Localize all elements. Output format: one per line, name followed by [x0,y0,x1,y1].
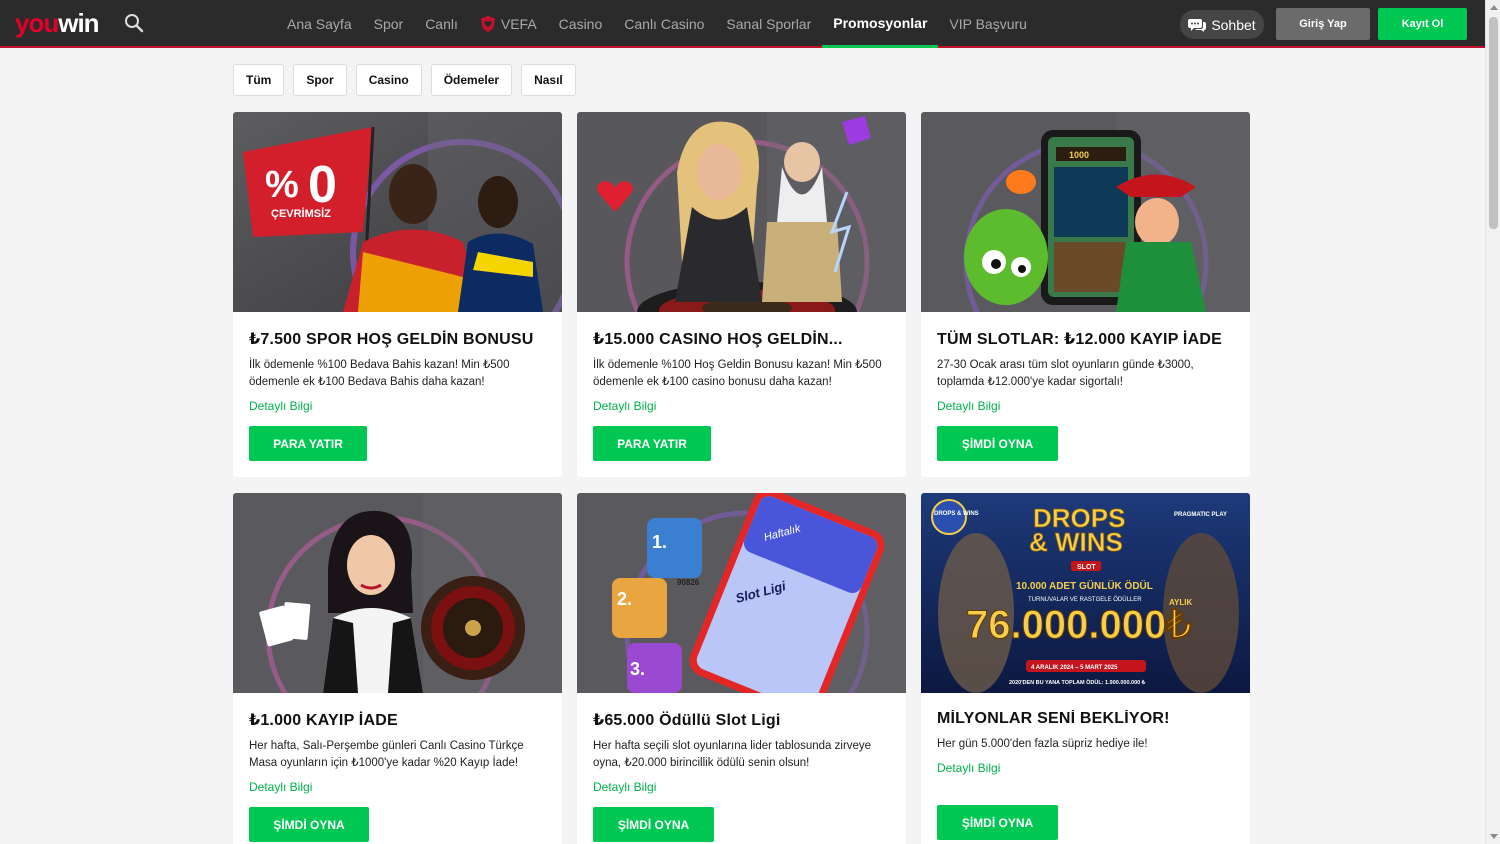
rank-2: 2. [617,589,632,609]
details-link[interactable]: Detaylı Bilgi [937,399,1234,413]
play-now-button[interactable]: ŞİMDİ OYNA [249,807,369,842]
details-link[interactable]: Detaylı Bilgi [937,761,1234,775]
promo-card-live-casino-cashback: ₺1.000 KAYIP İADE Her hafta, Salı-Perşem… [233,493,562,844]
chat-label: Sohbet [1211,16,1256,33]
flag-word: ÇEVRİMSİZ [271,207,331,220]
promo-description: Her hafta, Salı-Perşembe günleri Canlı C… [249,740,524,769]
filter-tum[interactable]: Tüm [233,64,285,96]
promo-description: Her hafta seçili slot oyunlarına lider t… [593,740,872,769]
promo-description: İlk ödemenle %100 Hoş Geldin Bonusu kaza… [593,359,882,388]
daily-prizes: 10.000 ADET GÜNLÜK ÖDÜL [1016,579,1153,592]
nav-ana-sayfa[interactable]: Ana Sayfa [276,0,363,48]
filter-nasil[interactable]: Nasıl [521,64,576,96]
login-button[interactable]: Giriş Yap [1276,8,1370,40]
nav-label: Spor [373,16,404,32]
promo-title: ₺15.000 CASINO HOŞ GELDİN... [593,331,843,348]
wins-title: & WINS [1029,527,1123,557]
play-now-button[interactable]: ŞİMDİ OYNA [937,805,1058,840]
slot-tag: SLOT [1077,564,1096,571]
nav-label: Sanal Sporlar [726,16,812,32]
deposit-button[interactable]: PARA YATIR [593,426,711,461]
chat-button[interactable]: Sohbet [1180,10,1264,39]
scroll-thumb[interactable] [1489,17,1498,229]
nav-label: VIP Başvuru [949,16,1027,32]
promo-image-live-casino[interactable] [233,493,562,693]
nav-label: VEFA [500,16,537,32]
filter-casino[interactable]: Casino [355,64,422,96]
promo-title: ₺65.000 Ödüllü Slot Ligi [593,712,781,729]
shield-heart-icon [480,16,495,32]
nav-sanal-sporlar[interactable]: Sanal Sporlar [715,0,822,48]
play-now-button[interactable]: ŞİMDİ OYNA [937,426,1058,461]
rank-3: 3. [630,659,645,679]
nav-canli-casino[interactable]: Canlı Casino [613,0,715,48]
details-link[interactable]: Detaylı Bilgi [249,780,546,794]
promo-description: İlk ödemenle %100 Bedava Bahis kazan! Mi… [249,359,510,388]
nav-label: Promosyonlar [833,14,928,31]
details-link[interactable]: Detaylı Bilgi [593,399,890,413]
promo-title: MİLYONLAR SENİ BEKLİYOR! [937,710,1170,727]
promo-description: 27-30 Ocak arası tüm slot oyunların günd… [937,359,1194,388]
nav-canli[interactable]: Canlı [414,0,469,48]
promo-card-slot-league: Haftalık Slot Ligi 90826 1. 2. 3. ₺65.00… [577,493,906,844]
nav-vefa[interactable]: VEFA [469,0,548,48]
deposit-button[interactable]: PARA YATIR [249,426,367,461]
nav-vip-basvuru[interactable]: VIP Başvuru [938,0,1038,48]
promo-card-drops-wins: DROPS & WINS PRAGMATIC PLAY DROPS & WINS… [921,493,1250,844]
promo-image-slots[interactable]: 1000 [921,112,1250,312]
nav-promosyonlar[interactable]: Promosyonlar [822,0,939,48]
promo-card-casino-welcome: ₺15.000 CASINO HOŞ GELDİN... İlk ödemenl… [577,112,906,477]
logo-you: you [15,8,59,38]
main-nav: Ana Sayfa Spor Canlı VEFA Casino Canlı C… [276,0,1038,48]
filter-spor[interactable]: Spor [293,64,347,96]
logo-win: win [58,8,99,38]
drops-wins-badge: DROPS & WINS [934,511,979,517]
promo-image-drops-wins[interactable]: DROPS & WINS PRAGMATIC PLAY DROPS & WINS… [921,493,1250,693]
promo-title: TÜM SLOTLAR: ₺12.000 KAYIP İADE [937,331,1222,348]
filter-odemeler[interactable]: Ödemeler [430,64,513,96]
promo-filter-bar: Tüm Spor Casino Ödemeler Nasıl [233,64,576,96]
provider-logo: PRAGMATIC PLAY [1174,512,1227,518]
total-prize-note: 2020'DEN BU YANA TOPLAM ÖDÜL: 1.900.000.… [1009,679,1146,686]
details-link[interactable]: Detaylı Bilgi [593,780,890,794]
flag-percent: % [265,164,299,206]
flag-zero: 0 [308,156,337,214]
promo-title: ₺7.500 SPOR HOŞ GELDİN BONUSU [249,331,534,348]
prize-subtitle: TURNUVALAR VE RASTGELE ÖDÜLLER [1028,596,1142,603]
nav-casino[interactable]: Casino [548,0,614,48]
nav-label: Canlı [425,16,458,32]
register-button[interactable]: Kayıt Ol [1378,8,1467,40]
chat-bubble-icon [1188,18,1207,32]
nav-spor[interactable]: Spor [363,0,415,48]
scroll-down-arrow-icon[interactable] [1490,834,1498,839]
page-scrollbar[interactable] [1485,0,1500,844]
promo-image-casino[interactable] [577,112,906,312]
promo-dates: 4 ARALIK 2024 – 5 MART 2025 [1031,665,1118,671]
promo-card-sport-welcome: % 0 ÇEVRİMSİZ ₺7.500 SPOR HOŞ GELDİN BON… [233,112,562,477]
nav-label: Ana Sayfa [287,16,352,32]
search-icon[interactable] [124,13,144,33]
promo-title: ₺1.000 KAYIP İADE [249,712,398,729]
top-header: youwin Ana Sayfa Spor Canlı VEFA Casino … [0,0,1485,48]
scroll-up-arrow-icon[interactable] [1490,5,1498,10]
nav-label: Casino [558,16,603,32]
site-logo[interactable]: youwin [15,8,100,39]
league-score: 90826 [677,578,700,587]
details-link[interactable]: Detaylı Bilgi [249,399,546,413]
promo-image-sport[interactable]: % 0 ÇEVRİMSİZ [233,112,562,312]
rank-1: 1. [652,532,667,552]
nav-label: Canlı Casino [624,16,705,32]
promo-image-slot-league[interactable]: Haftalık Slot Ligi 90826 1. 2. 3. [577,493,906,693]
phone-amount: 1000 [1069,150,1089,160]
promo-card-slot-cashback: 1000 TÜM SLOTLAR: ₺12.000 KAYIP İADE 27-… [921,112,1250,477]
play-now-button[interactable]: ŞİMDİ OYNA [593,807,714,842]
promo-description: Her gün 5.000'den fazla süpriz hediye il… [937,738,1148,750]
prize-amount: 76.000.000₺ [966,603,1192,647]
